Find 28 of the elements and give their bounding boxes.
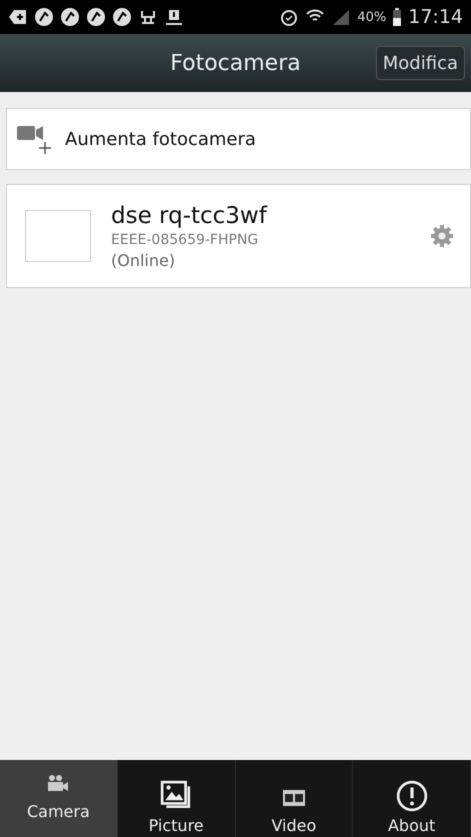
add-camera-row[interactable]: Aumenta fotocamera xyxy=(6,108,471,170)
camera-card[interactable]: dse rq-tcc3wf EEEE-085659-FHPNG (Online) xyxy=(6,184,471,288)
camera-thumbnail xyxy=(25,210,91,262)
tab[interactable]: Camera xyxy=(0,760,118,837)
camera-status: (Online) xyxy=(111,250,176,270)
add-video-camera-icon xyxy=(17,124,53,154)
clock-time: 17:14 xyxy=(408,6,463,28)
tab[interactable]: Video xyxy=(236,760,354,837)
notification-icon xyxy=(112,7,132,27)
battery-icon xyxy=(392,7,402,27)
signal-icon xyxy=(331,7,352,27)
tab[interactable]: Picture xyxy=(118,760,236,837)
settings-icon[interactable] xyxy=(430,224,454,248)
screen-title: Fotocamera xyxy=(170,50,301,76)
warning-icon xyxy=(164,7,184,27)
notification-icon xyxy=(86,7,106,27)
battery-percent: 40% xyxy=(357,10,386,24)
alarm-icon xyxy=(279,7,300,27)
notification-icon xyxy=(60,7,80,27)
video-camera-icon xyxy=(46,774,70,794)
tab[interactable]: About xyxy=(353,760,471,837)
notification-icon xyxy=(34,7,54,27)
camera-uid: EEEE-085659-FHPNG xyxy=(111,232,260,248)
camera-name: dse rq-tcc3wf xyxy=(111,202,268,228)
info-alert-icon xyxy=(396,780,428,812)
film-icon xyxy=(282,788,306,808)
plus-badge-icon xyxy=(8,7,28,27)
edit-button[interactable]: Modifica xyxy=(376,46,465,80)
